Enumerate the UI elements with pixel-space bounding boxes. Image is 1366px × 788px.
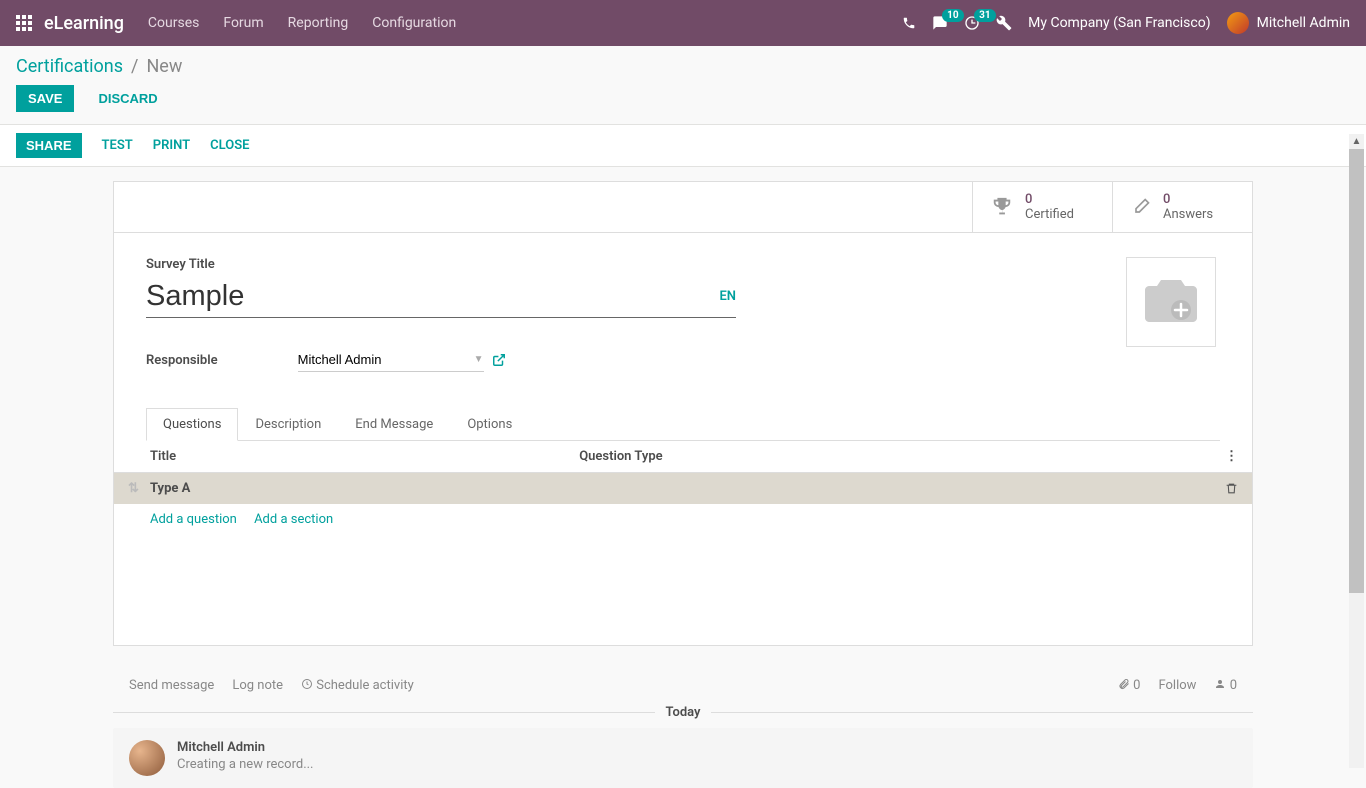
col-title: Title xyxy=(114,441,569,473)
close-button[interactable]: CLOSE xyxy=(210,138,249,153)
image-upload[interactable] xyxy=(1126,257,1216,347)
scrollbar-thumb[interactable] xyxy=(1349,149,1364,593)
log-note-button[interactable]: Log note xyxy=(232,678,283,693)
subaction-bar: SHARE TEST PRINT CLOSE xyxy=(0,124,1366,167)
add-question-link[interactable]: Add a question xyxy=(150,512,237,527)
responsible-input[interactable] xyxy=(298,348,474,371)
questions-panel: Title Question Type ⋮ ⇅ Type A xyxy=(114,441,1252,645)
chevron-down-icon[interactable]: ▼ xyxy=(474,354,484,365)
form-actions: SAVE DISCARD xyxy=(0,81,1366,124)
company-selector[interactable]: My Company (San Francisco) xyxy=(1028,15,1210,31)
print-button[interactable]: PRINT xyxy=(153,138,190,153)
stat-certified-label: Certified xyxy=(1025,207,1074,222)
menu-forum[interactable]: Forum xyxy=(223,15,263,31)
breadcrumb-separator: / xyxy=(131,56,138,77)
responsible-label: Responsible xyxy=(146,353,218,368)
table-section-row[interactable]: ⇅ Type A xyxy=(114,473,1252,505)
messages-badge: 10 xyxy=(942,9,963,22)
trash-icon[interactable] xyxy=(1225,482,1238,495)
menu-configuration[interactable]: Configuration xyxy=(372,15,456,31)
message-body: Creating a new record... xyxy=(177,757,314,772)
record-form: 0 Certified 0 Answers Survey Title EN xyxy=(113,181,1253,646)
stat-answers-count: 0 xyxy=(1163,192,1213,207)
scroll-up-icon[interactable]: ▲ xyxy=(1349,134,1364,149)
section-title: Type A xyxy=(150,481,190,496)
app-brand[interactable]: eLearning xyxy=(44,13,124,34)
user-name: Mitchell Admin xyxy=(1257,15,1350,31)
activities-icon[interactable]: 31 xyxy=(964,15,980,31)
pencil-icon xyxy=(1131,197,1151,217)
follow-button[interactable]: Follow xyxy=(1158,678,1196,693)
stat-answers[interactable]: 0 Answers xyxy=(1112,182,1252,232)
drag-handle-icon[interactable]: ⇅ xyxy=(122,481,145,496)
discard-button[interactable]: DISCARD xyxy=(86,85,169,112)
followers-count[interactable]: 0 xyxy=(1214,678,1237,693)
breadcrumb-current: New xyxy=(146,56,182,77)
survey-title-label: Survey Title xyxy=(146,257,1102,272)
col-question-type: Question Type xyxy=(569,441,1215,473)
top-nav: eLearning Courses Forum Reporting Config… xyxy=(0,0,1366,46)
survey-title-input[interactable] xyxy=(146,276,711,317)
user-avatar-icon xyxy=(1227,12,1249,34)
menu-courses[interactable]: Courses xyxy=(148,15,199,31)
main-menu: Courses Forum Reporting Configuration xyxy=(148,15,456,31)
stat-certified[interactable]: 0 Certified xyxy=(972,182,1112,232)
tab-options[interactable]: Options xyxy=(450,408,529,440)
trophy-icon xyxy=(991,196,1013,218)
chatter-date-separator: Today xyxy=(665,705,700,720)
messages-icon[interactable]: 10 xyxy=(932,15,948,31)
tab-description[interactable]: Description xyxy=(238,408,338,440)
add-section-link[interactable]: Add a section xyxy=(254,512,333,527)
save-button[interactable]: SAVE xyxy=(16,85,74,112)
chatter: Send message Log note Schedule activity … xyxy=(113,666,1253,788)
test-button[interactable]: TEST xyxy=(102,138,133,153)
chatter-message: Mitchell Admin Creating a new record... xyxy=(113,728,1253,788)
activities-badge: 31 xyxy=(974,9,995,22)
add-links-row: Add a question Add a section xyxy=(114,504,1252,535)
language-toggle[interactable]: EN xyxy=(719,289,736,304)
form-tabs: Questions Description End Message Option… xyxy=(146,408,1220,441)
apps-grid-icon[interactable] xyxy=(16,15,32,31)
stat-certified-count: 0 xyxy=(1025,192,1074,207)
message-author: Mitchell Admin xyxy=(177,740,314,755)
stat-answers-label: Answers xyxy=(1163,207,1213,222)
share-button[interactable]: SHARE xyxy=(16,133,82,158)
user-menu[interactable]: Mitchell Admin xyxy=(1227,12,1350,34)
attachments-count[interactable]: 0 xyxy=(1118,678,1141,693)
message-avatar-icon xyxy=(129,740,165,776)
tab-end-message[interactable]: End Message xyxy=(338,408,450,440)
external-link-icon[interactable] xyxy=(492,353,506,367)
tools-icon[interactable] xyxy=(996,15,1012,31)
schedule-activity-button[interactable]: Schedule activity xyxy=(301,678,414,693)
scrollbar[interactable]: ▲ xyxy=(1349,134,1364,768)
phone-icon[interactable] xyxy=(902,16,916,30)
stat-buttons: 0 Certified 0 Answers xyxy=(114,182,1252,233)
breadcrumb-parent[interactable]: Certifications xyxy=(16,56,123,77)
tab-questions[interactable]: Questions xyxy=(146,408,238,441)
menu-reporting[interactable]: Reporting xyxy=(288,15,349,31)
send-message-button[interactable]: Send message xyxy=(129,678,214,693)
table-overflow-menu-icon[interactable]: ⋮ xyxy=(1215,441,1252,473)
breadcrumb: Certifications / New xyxy=(0,46,1366,81)
